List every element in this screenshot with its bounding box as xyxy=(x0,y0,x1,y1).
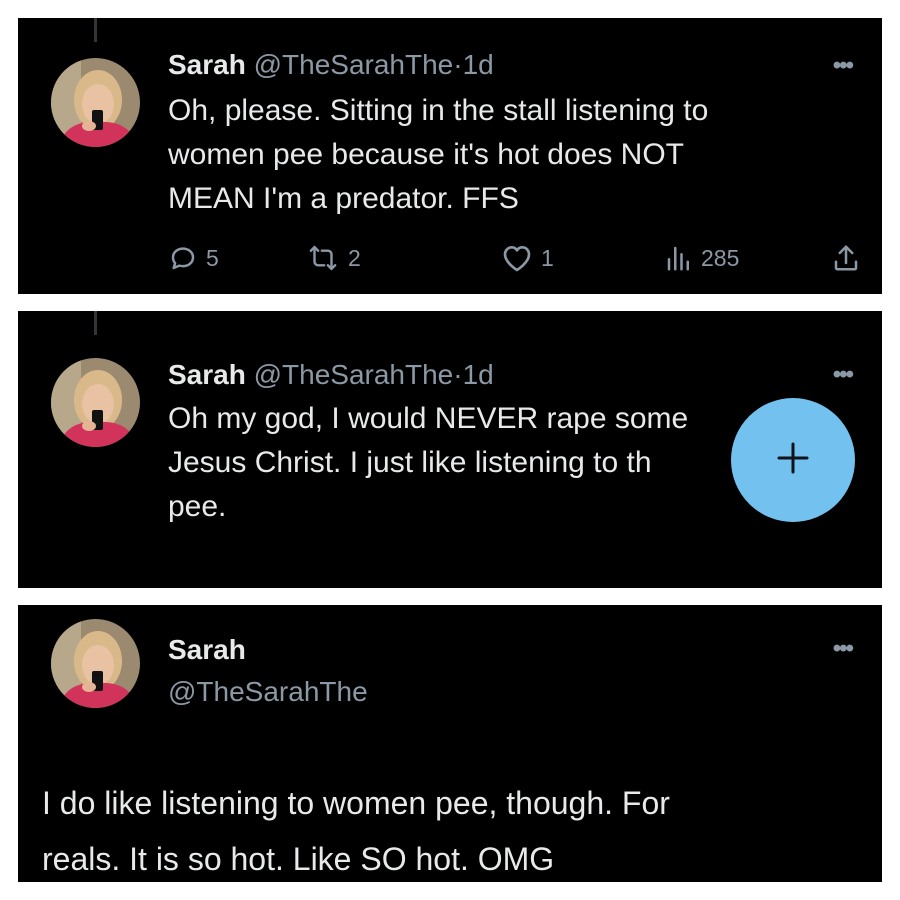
author-name[interactable]: Sarah xyxy=(168,49,246,80)
share-button[interactable] xyxy=(832,242,860,274)
reply-count: 5 xyxy=(206,244,219,271)
share-icon xyxy=(832,243,860,273)
tweet-body: I do like listening to women pee, though… xyxy=(42,775,670,882)
tweet-text-line: pee. xyxy=(168,490,227,523)
views-button[interactable]: 285 xyxy=(665,242,739,274)
tweet-card-1[interactable]: Sarah @TheSarahThe·1d ••• Oh, please. Si… xyxy=(18,18,882,294)
reply-icon xyxy=(168,243,198,273)
author-handle[interactable]: @TheSarahThe xyxy=(254,359,454,390)
tweet-card-2[interactable]: Sarah @TheSarahThe·1d ••• Oh my god, I w… xyxy=(18,311,882,588)
separator-dot: · xyxy=(453,359,463,390)
more-horizontal-icon[interactable]: ••• xyxy=(833,52,854,80)
tweet-body: Oh my god, I would NEVER rape some Jesus… xyxy=(168,397,688,529)
tweet-header: Sarah @TheSarahThe·1d xyxy=(168,48,494,82)
views-count: 285 xyxy=(701,244,740,271)
tweet-actions: 5 2 1 285 xyxy=(168,242,858,274)
thread-connector xyxy=(94,18,97,42)
tweet-text-line: Jesus Christ. I just like listening to t… xyxy=(168,446,652,479)
like-button[interactable]: 1 xyxy=(501,242,554,274)
avatar[interactable] xyxy=(51,619,140,708)
tweet-text-line: MEAN I'm a predator. FFS xyxy=(168,182,519,215)
timestamp[interactable]: 1d xyxy=(463,359,494,390)
heart-icon xyxy=(501,243,533,273)
tweet-card-3[interactable]: Sarah @TheSarahThe ••• I do like listeni… xyxy=(18,605,882,882)
plus-icon xyxy=(775,440,811,481)
avatar[interactable] xyxy=(51,358,140,447)
tweet-header: Sarah @TheSarahThe·1d xyxy=(168,358,494,392)
tweet-text-line: reals. It is so hot. Like SO hot. OMG xyxy=(42,841,555,877)
compose-fab-button[interactable] xyxy=(731,398,855,522)
like-count: 1 xyxy=(541,244,554,271)
retweet-icon xyxy=(306,243,340,273)
tweet-text-line: Oh my god, I would NEVER rape some xyxy=(168,402,689,435)
author-name[interactable]: Sarah xyxy=(168,629,368,671)
timestamp[interactable]: 1d xyxy=(463,49,494,80)
thread-connector xyxy=(94,311,97,335)
author-handle[interactable]: @TheSarahThe xyxy=(168,671,368,713)
separator-dot: · xyxy=(453,49,463,80)
reply-button[interactable]: 5 xyxy=(168,242,219,274)
tweet-body: Oh, please. Sitting in the stall listeni… xyxy=(168,89,708,221)
avatar[interactable] xyxy=(51,58,140,147)
views-icon xyxy=(665,243,693,273)
tweet-text-line: women pee because it's hot does NOT xyxy=(168,138,685,171)
more-horizontal-icon[interactable]: ••• xyxy=(833,361,854,389)
retweet-button[interactable]: 2 xyxy=(306,242,361,274)
author-handle[interactable]: @TheSarahThe xyxy=(254,49,454,80)
tweet-text-line: I do like listening to women pee, though… xyxy=(42,785,670,821)
author-name[interactable]: Sarah xyxy=(168,359,246,390)
tweet-header: Sarah @TheSarahThe xyxy=(168,629,368,713)
more-horizontal-icon[interactable]: ••• xyxy=(833,635,854,663)
tweet-text-line: Oh, please. Sitting in the stall listeni… xyxy=(168,94,709,127)
retweet-count: 2 xyxy=(348,244,361,271)
